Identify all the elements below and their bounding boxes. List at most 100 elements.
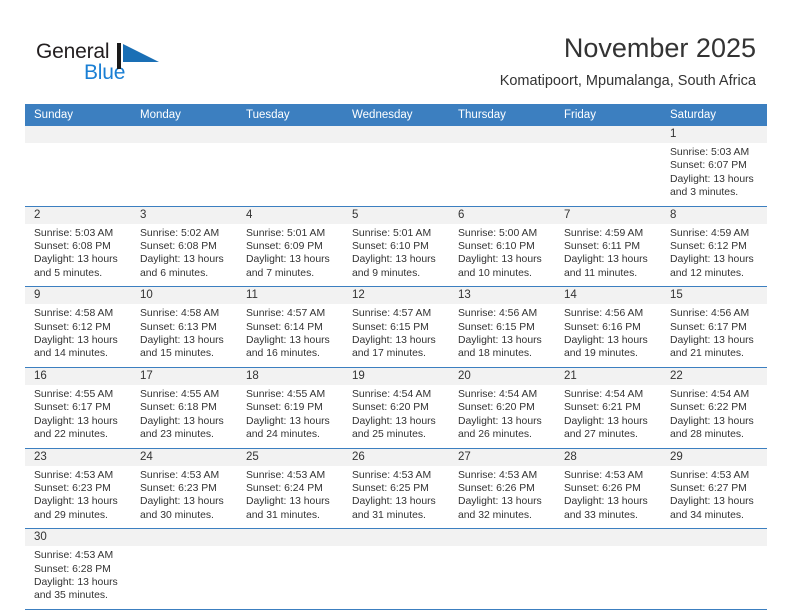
day-cell[interactable]: 25 Sunrise: 4:53 AM Sunset: 6:24 PM Dayl…: [237, 448, 343, 529]
day-cell[interactable]: 19 Sunrise: 4:54 AM Sunset: 6:20 PM Dayl…: [343, 367, 449, 448]
sunrise-text: Sunrise: 4:53 AM: [246, 469, 326, 481]
day-details: [343, 546, 449, 555]
day-cell[interactable]: 3 Sunrise: 5:02 AM Sunset: 6:08 PM Dayli…: [131, 206, 237, 287]
day-details: [449, 143, 555, 152]
day-details: [237, 546, 343, 555]
day-cell[interactable]: 27 Sunrise: 4:53 AM Sunset: 6:26 PM Dayl…: [449, 448, 555, 529]
day-cell[interactable]: 29 Sunrise: 4:53 AM Sunset: 6:27 PM Dayl…: [661, 448, 767, 529]
day-details: Sunrise: 4:56 AM Sunset: 6:15 PM Dayligh…: [449, 304, 555, 367]
day-number: 25: [237, 448, 343, 466]
daylight-text-line1: Daylight: 13 hours: [564, 415, 648, 427]
day-cell[interactable]: 23 Sunrise: 4:53 AM Sunset: 6:23 PM Dayl…: [25, 448, 131, 529]
day-cell[interactable]: 8 Sunrise: 4:59 AM Sunset: 6:12 PM Dayli…: [661, 206, 767, 287]
day-cell[interactable]: 15 Sunrise: 4:56 AM Sunset: 6:17 PM Dayl…: [661, 287, 767, 367]
daylight-text-line1: Daylight: 13 hours: [34, 496, 118, 508]
day-cell[interactable]: 10 Sunrise: 4:58 AM Sunset: 6:13 PM Dayl…: [131, 287, 237, 367]
daylight-text-line1: Daylight: 13 hours: [352, 415, 436, 427]
sunset-text: Sunset: 6:18 PM: [140, 402, 217, 414]
day-details: Sunrise: 4:54 AM Sunset: 6:22 PM Dayligh…: [661, 385, 767, 448]
sunrise-text: Sunrise: 4:54 AM: [670, 388, 750, 400]
daylight-text-line2: and 16 minutes.: [246, 348, 320, 360]
day-number: 19: [343, 367, 449, 385]
day-cell[interactable]: 16 Sunrise: 4:55 AM Sunset: 6:17 PM Dayl…: [25, 367, 131, 448]
day-cell[interactable]: [131, 529, 237, 609]
day-cell[interactable]: 22 Sunrise: 4:54 AM Sunset: 6:22 PM Dayl…: [661, 367, 767, 448]
daylight-text-line2: and 10 minutes.: [458, 267, 532, 279]
day-number: 6: [449, 206, 555, 224]
daylight-text-line2: and 33 minutes.: [564, 509, 638, 521]
day-cell[interactable]: [661, 529, 767, 609]
daylight-text-line1: Daylight: 13 hours: [246, 254, 330, 266]
day-number: 26: [343, 448, 449, 466]
day-details: Sunrise: 5:00 AM Sunset: 6:10 PM Dayligh…: [449, 224, 555, 287]
sunset-text: Sunset: 6:15 PM: [458, 321, 535, 333]
day-number: 23: [25, 448, 131, 466]
daylight-text-line2: and 9 minutes.: [352, 267, 421, 279]
day-number: 17: [131, 367, 237, 385]
day-cell[interactable]: 20 Sunrise: 4:54 AM Sunset: 6:20 PM Dayl…: [449, 367, 555, 448]
day-cell[interactable]: [131, 126, 237, 206]
weekday-header-thursday: Thursday: [458, 109, 506, 121]
day-number: [555, 529, 661, 547]
week-row: 23 Sunrise: 4:53 AM Sunset: 6:23 PM Dayl…: [25, 448, 767, 530]
day-cell[interactable]: 21 Sunrise: 4:54 AM Sunset: 6:21 PM Dayl…: [555, 367, 661, 448]
title-block: November 2025 Komatipoort, Mpumalanga, S…: [500, 32, 756, 90]
day-details: Sunrise: 4:56 AM Sunset: 6:17 PM Dayligh…: [661, 304, 767, 367]
day-cell[interactable]: 1 Sunrise: 5:03 AM Sunset: 6:07 PM Dayli…: [661, 126, 767, 206]
day-cell[interactable]: 2 Sunrise: 5:03 AM Sunset: 6:08 PM Dayli…: [25, 206, 131, 287]
day-cell[interactable]: [449, 126, 555, 206]
day-cell[interactable]: 13 Sunrise: 4:56 AM Sunset: 6:15 PM Dayl…: [449, 287, 555, 367]
day-cell[interactable]: 9 Sunrise: 4:58 AM Sunset: 6:12 PM Dayli…: [25, 287, 131, 367]
day-details: Sunrise: 4:53 AM Sunset: 6:28 PM Dayligh…: [25, 546, 131, 609]
daylight-text-line2: and 28 minutes.: [670, 429, 744, 441]
day-cell[interactable]: [555, 529, 661, 609]
day-cell[interactable]: [343, 529, 449, 609]
day-cell[interactable]: 6 Sunrise: 5:00 AM Sunset: 6:10 PM Dayli…: [449, 206, 555, 287]
daylight-text-line1: Daylight: 13 hours: [352, 496, 436, 508]
day-cell[interactable]: 26 Sunrise: 4:53 AM Sunset: 6:25 PM Dayl…: [343, 448, 449, 529]
sunrise-text: Sunrise: 4:53 AM: [140, 469, 220, 481]
day-cell[interactable]: 7 Sunrise: 4:59 AM Sunset: 6:11 PM Dayli…: [555, 206, 661, 287]
daylight-text-line1: Daylight: 13 hours: [670, 496, 754, 508]
daylight-text-line1: Daylight: 13 hours: [34, 415, 118, 427]
day-cell[interactable]: 30 Sunrise: 4:53 AM Sunset: 6:28 PM Dayl…: [25, 529, 131, 609]
sunrise-text: Sunrise: 5:03 AM: [670, 147, 750, 158]
sunset-text: Sunset: 6:23 PM: [140, 482, 217, 494]
day-cell[interactable]: 24 Sunrise: 4:53 AM Sunset: 6:23 PM Dayl…: [131, 448, 237, 529]
day-details: Sunrise: 4:58 AM Sunset: 6:12 PM Dayligh…: [25, 304, 131, 367]
general-blue-logo[interactable]: General Blue: [36, 40, 166, 90]
day-cell[interactable]: 11 Sunrise: 4:57 AM Sunset: 6:14 PM Dayl…: [237, 287, 343, 367]
daylight-text-line1: Daylight: 13 hours: [670, 415, 754, 427]
day-cell[interactable]: [237, 529, 343, 609]
day-cell[interactable]: [555, 126, 661, 206]
day-cell[interactable]: 5 Sunrise: 5:01 AM Sunset: 6:10 PM Dayli…: [343, 206, 449, 287]
daylight-text-line1: Daylight: 13 hours: [458, 254, 542, 266]
day-details: [343, 143, 449, 152]
sunset-text: Sunset: 6:15 PM: [352, 321, 429, 333]
daylight-text-line2: and 31 minutes.: [352, 509, 426, 521]
day-cell[interactable]: 28 Sunrise: 4:53 AM Sunset: 6:26 PM Dayl…: [555, 448, 661, 529]
day-cell[interactable]: 14 Sunrise: 4:56 AM Sunset: 6:16 PM Dayl…: [555, 287, 661, 367]
week-row: 16 Sunrise: 4:55 AM Sunset: 6:17 PM Dayl…: [25, 367, 767, 449]
day-cell[interactable]: 17 Sunrise: 4:55 AM Sunset: 6:18 PM Dayl…: [131, 367, 237, 448]
day-number: 30: [25, 529, 131, 547]
day-cell[interactable]: 4 Sunrise: 5:01 AM Sunset: 6:09 PM Dayli…: [237, 206, 343, 287]
day-cell[interactable]: [25, 126, 131, 206]
weekday-header-friday: Friday: [564, 109, 596, 121]
day-details: Sunrise: 4:59 AM Sunset: 6:12 PM Dayligh…: [661, 224, 767, 287]
week-row: 2 Sunrise: 5:03 AM Sunset: 6:08 PM Dayli…: [25, 206, 767, 288]
sunrise-text: Sunrise: 4:53 AM: [458, 469, 538, 481]
day-cell[interactable]: [449, 529, 555, 609]
triangle-flag-icon: [117, 43, 161, 69]
daylight-text-line2: and 25 minutes.: [352, 429, 426, 441]
day-number: 5: [343, 206, 449, 224]
day-cell[interactable]: [343, 126, 449, 206]
day-cell[interactable]: 12 Sunrise: 4:57 AM Sunset: 6:15 PM Dayl…: [343, 287, 449, 367]
sunrise-text: Sunrise: 4:54 AM: [564, 388, 644, 400]
day-cell[interactable]: [237, 126, 343, 206]
day-details: [661, 546, 767, 555]
day-cell[interactable]: 18 Sunrise: 4:55 AM Sunset: 6:19 PM Dayl…: [237, 367, 343, 448]
daylight-text-line2: and 3 minutes.: [670, 187, 739, 199]
sunrise-text: Sunrise: 4:53 AM: [670, 469, 750, 481]
sunset-text: Sunset: 6:28 PM: [34, 563, 111, 575]
